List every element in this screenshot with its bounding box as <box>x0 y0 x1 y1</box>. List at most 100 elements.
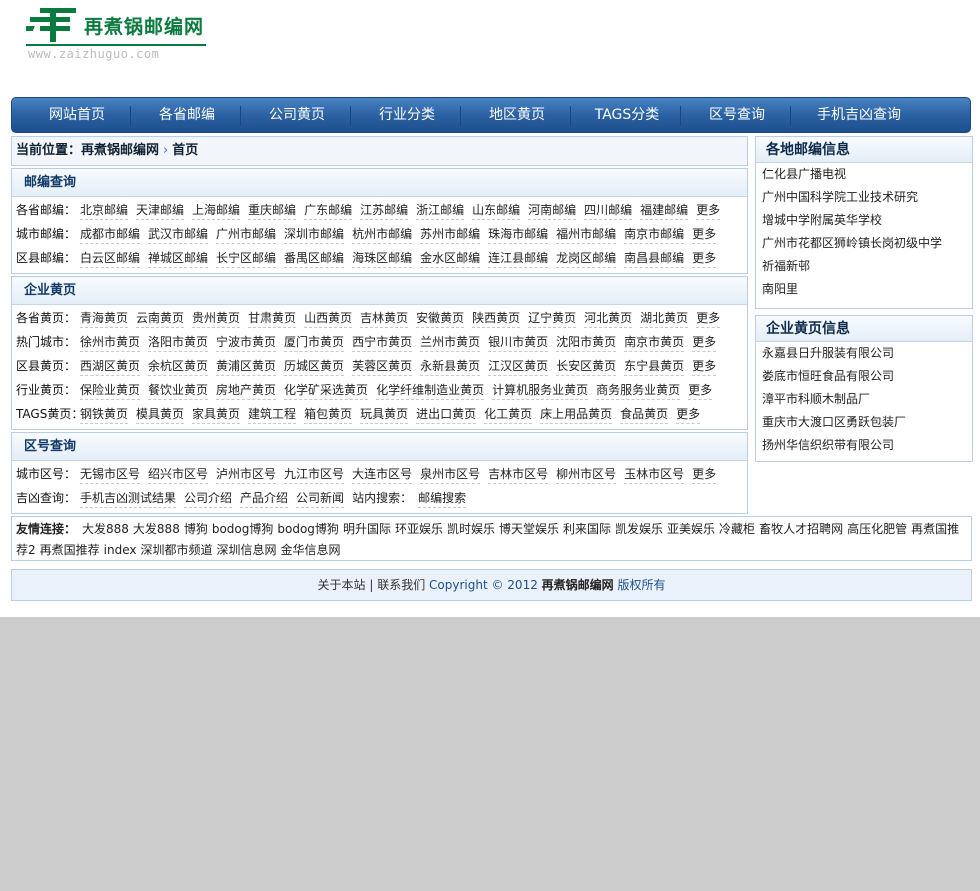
category-link[interactable]: 历城区黄页 <box>284 357 345 376</box>
side-list-item[interactable]: 重庆市大渡口区勇跃包装厂 <box>762 411 906 434</box>
more-link[interactable]: 更多 <box>696 201 721 220</box>
category-link[interactable]: 南京市黄页 <box>624 333 685 352</box>
more-link[interactable]: 更多 <box>688 381 713 400</box>
category-link[interactable]: 餐饮业黄页 <box>148 381 209 400</box>
category-link[interactable]: 绍兴市区号 <box>148 465 209 484</box>
side-list-item[interactable]: 漳平市科顺木制品厂 <box>762 388 870 411</box>
category-link[interactable]: 沈阳市黄页 <box>556 333 617 352</box>
category-link[interactable]: 深圳市邮编 <box>284 225 345 244</box>
category-link[interactable]: 浙江邮编 <box>416 201 465 220</box>
footer-contact-link[interactable]: 联系我们 <box>377 578 425 592</box>
nav-phone-luck[interactable]: 手机吉凶查询 <box>794 98 924 132</box>
friend-link[interactable]: 再煮国推荐 <box>40 543 100 557</box>
category-link[interactable]: 青海黄页 <box>80 309 129 328</box>
category-link[interactable]: 柳州市区号 <box>556 465 617 484</box>
friend-link[interactable]: 畜牧人才招聘网 <box>759 522 843 536</box>
friend-link[interactable]: 博天堂娱乐 <box>499 522 559 536</box>
category-link[interactable]: 黄浦区黄页 <box>216 357 277 376</box>
category-link[interactable]: 产品介绍 <box>240 489 289 508</box>
category-link[interactable]: 玩具黄页 <box>360 405 409 424</box>
nav-tags[interactable]: TAGS分类 <box>572 98 682 132</box>
side-list-item[interactable]: 娄底市恒旺食品有限公司 <box>762 365 894 388</box>
category-link[interactable]: 河北黄页 <box>584 309 633 328</box>
category-link[interactable]: 成都市邮编 <box>80 225 141 244</box>
category-link[interactable]: 番禺区邮编 <box>284 249 345 268</box>
side-list-item[interactable]: 扬州华信织织带有限公司 <box>762 434 894 457</box>
category-link[interactable]: 金水区邮编 <box>420 249 481 268</box>
category-link[interactable]: 珠海市邮编 <box>488 225 549 244</box>
category-link[interactable]: 天津邮编 <box>136 201 185 220</box>
nav-industry[interactable]: 行业分类 <box>352 98 462 132</box>
side-list-item[interactable]: 仁化县广播电视 <box>762 163 846 186</box>
postcode-search-link[interactable]: 邮编搜索 <box>418 489 467 508</box>
category-link[interactable]: 泉州市区号 <box>420 465 481 484</box>
category-link[interactable]: 安徽黄页 <box>416 309 465 328</box>
category-link[interactable]: 保险业黄页 <box>80 381 141 400</box>
more-link[interactable]: 更多 <box>692 465 717 484</box>
category-link[interactable]: 长宁区邮编 <box>216 249 277 268</box>
friend-link[interactable]: 深圳信息网 <box>217 543 277 557</box>
friend-link[interactable]: 凯时娱乐 <box>447 522 495 536</box>
friend-link[interactable]: 深圳都市频道 <box>141 543 213 557</box>
friend-link[interactable]: 金华信息网 <box>281 543 341 557</box>
friend-link[interactable]: 亚美娱乐 <box>667 522 715 536</box>
category-link[interactable]: 龙岗区邮编 <box>556 249 617 268</box>
category-link[interactable]: 厦门市黄页 <box>284 333 345 352</box>
category-link[interactable]: 大连市区号 <box>352 465 413 484</box>
category-link[interactable]: 南昌县邮编 <box>624 249 685 268</box>
category-link[interactable]: 宁波市黄页 <box>216 333 277 352</box>
category-link[interactable]: 西湖区黄页 <box>80 357 141 376</box>
category-link[interactable]: 甘肃黄页 <box>248 309 297 328</box>
category-link[interactable]: 上海邮编 <box>192 201 241 220</box>
category-link[interactable]: 湖北黄页 <box>640 309 689 328</box>
category-link[interactable]: 钢铁黄页 <box>80 405 129 424</box>
friend-link[interactable]: 高压化肥管 <box>847 522 907 536</box>
category-link[interactable]: 玉林市区号 <box>624 465 685 484</box>
category-link[interactable]: 吉林黄页 <box>360 309 409 328</box>
category-link[interactable]: 连江县邮编 <box>488 249 549 268</box>
category-link[interactable]: 公司新闻 <box>296 489 345 508</box>
category-link[interactable]: 北京邮编 <box>80 201 129 220</box>
more-link[interactable]: 更多 <box>676 405 701 424</box>
category-link[interactable]: 建筑工程 <box>248 405 297 424</box>
category-link[interactable]: 云南黄页 <box>136 309 185 328</box>
friend-link[interactable]: bodog博狗 <box>277 522 339 536</box>
category-link[interactable]: 江汉区黄页 <box>488 357 549 376</box>
category-link[interactable]: 杭州市邮编 <box>352 225 413 244</box>
category-link[interactable]: 禅城区邮编 <box>148 249 209 268</box>
site-logo[interactable]: 再煮锅邮编网 www.zaizhuguo.com <box>22 6 212 64</box>
category-link[interactable]: 广东邮编 <box>304 201 353 220</box>
breadcrumb-site-link[interactable]: 再煮锅邮编网 <box>81 143 159 158</box>
category-link[interactable]: 计算机服务业黄页 <box>492 381 589 400</box>
category-link[interactable]: 房地产黄页 <box>216 381 277 400</box>
more-link[interactable]: 更多 <box>692 249 717 268</box>
breadcrumb-current[interactable]: 首页 <box>172 143 198 158</box>
category-link[interactable]: 泸州市区号 <box>216 465 277 484</box>
category-link[interactable]: 徐州市黄页 <box>80 333 141 352</box>
category-link[interactable]: 福州市邮编 <box>556 225 617 244</box>
category-link[interactable]: 公司介绍 <box>184 489 233 508</box>
category-link[interactable]: 长安区黄页 <box>556 357 617 376</box>
side-list-item[interactable]: 祈福新邨 <box>762 255 810 278</box>
category-link[interactable]: 九江市区号 <box>284 465 345 484</box>
category-link[interactable]: 永新县黄页 <box>420 357 481 376</box>
side-list-item[interactable]: 广州市花都区狮岭镇长岗初级中学 <box>762 232 942 255</box>
category-link[interactable]: 苏州市邮编 <box>420 225 481 244</box>
more-link[interactable]: 更多 <box>696 309 721 328</box>
category-link[interactable]: 辽宁黄页 <box>528 309 577 328</box>
category-link[interactable]: 进出口黄页 <box>416 405 477 424</box>
more-link[interactable]: 更多 <box>692 333 717 352</box>
category-link[interactable]: 银川市黄页 <box>488 333 549 352</box>
category-link[interactable]: 南京市邮编 <box>624 225 685 244</box>
category-link[interactable]: 商务服务业黄页 <box>596 381 681 400</box>
category-link[interactable]: 河南邮编 <box>528 201 577 220</box>
category-link[interactable]: 食品黄页 <box>620 405 669 424</box>
friend-link[interactable]: 凯发娱乐 <box>615 522 663 536</box>
category-link[interactable]: 重庆邮编 <box>248 201 297 220</box>
category-link[interactable]: 模具黄页 <box>136 405 185 424</box>
category-link[interactable]: 无锡市区号 <box>80 465 141 484</box>
category-link[interactable]: 贵州黄页 <box>192 309 241 328</box>
category-link[interactable]: 化学矿采选黄页 <box>284 381 369 400</box>
category-link[interactable]: 余杭区黄页 <box>148 357 209 376</box>
more-link[interactable]: 更多 <box>692 357 717 376</box>
